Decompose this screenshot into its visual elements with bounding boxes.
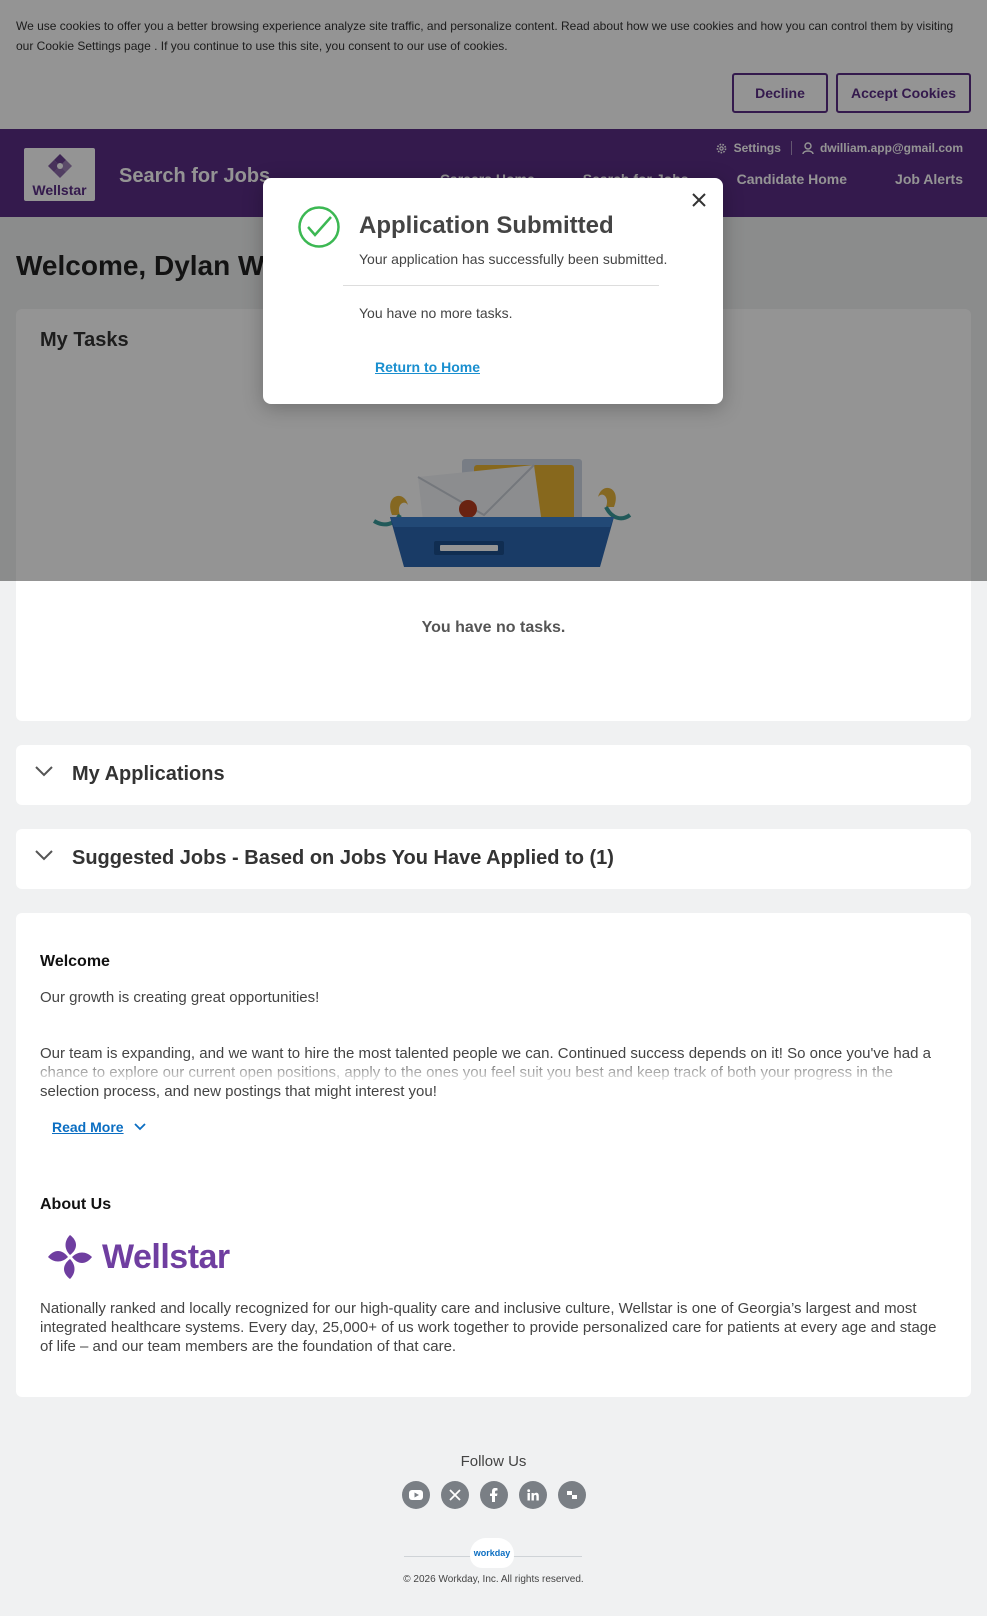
chevron-down-icon [35, 766, 53, 777]
glassdoor-icon[interactable] [558, 1481, 586, 1509]
check-circle-icon [298, 206, 340, 248]
return-to-home-link[interactable]: Return to Home [375, 359, 480, 375]
wellstar-brand-logo: Wellstar [46, 1233, 230, 1281]
wellstar-logo-text: Wellstar [102, 1237, 230, 1276]
suggested-jobs-accordion[interactable]: Suggested Jobs - Based on Jobs You Have … [16, 829, 971, 889]
facebook-icon[interactable] [480, 1481, 508, 1509]
welcome-heading: Welcome [40, 953, 110, 970]
chevron-down-icon [133, 1123, 146, 1131]
youtube-icon[interactable] [402, 1481, 430, 1509]
text-fade [40, 1061, 950, 1081]
dialog-tasks-text: You have no more tasks. [359, 305, 513, 321]
growth-text: Our growth is creating great opportuniti… [40, 989, 320, 1006]
chevron-down-icon [35, 850, 53, 861]
dialog-divider [343, 285, 659, 286]
x-icon[interactable] [441, 1481, 469, 1509]
social-links [402, 1481, 586, 1509]
follow-us-label: Follow Us [460, 1453, 527, 1470]
workday-logo: workday [470, 1538, 514, 1568]
suggested-jobs-title: Suggested Jobs - Based on Jobs You Have … [72, 847, 614, 869]
wellstar-mark-icon [48, 1235, 92, 1279]
about-heading: About Us [40, 1196, 112, 1213]
dialog-title: Application Submitted [359, 212, 614, 239]
about-text: Nationally ranked and locally recognized… [40, 1300, 937, 1355]
my-applications-accordion[interactable]: My Applications [16, 745, 971, 805]
close-icon[interactable] [691, 192, 707, 208]
company-info-card: Welcome Our growth is creating great opp… [16, 913, 971, 1397]
linkedin-icon[interactable] [519, 1481, 547, 1509]
workday-logo-text: workday [473, 1548, 511, 1558]
copyright-text: © 2026 Workday, Inc. All rights reserved… [403, 1574, 584, 1585]
my-applications-title: My Applications [72, 763, 225, 785]
dialog-subtitle: Your application has successfully been s… [359, 251, 668, 267]
application-submitted-dialog: Application Submitted Your application h… [263, 178, 723, 404]
read-more-label: Read More [52, 1119, 124, 1135]
no-tasks-text: You have no tasks. [421, 619, 566, 636]
read-more-link[interactable]: Read More [52, 1119, 146, 1135]
